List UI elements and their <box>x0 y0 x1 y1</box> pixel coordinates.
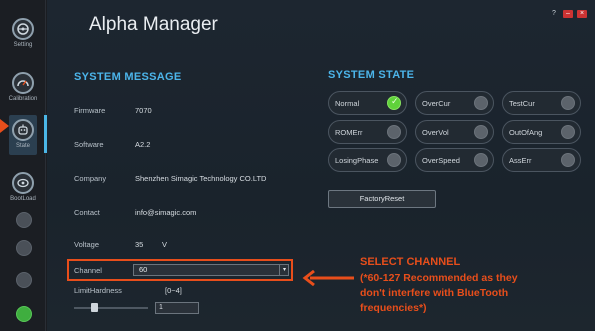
status-label: TestCur <box>509 99 535 108</box>
robot-icon <box>12 119 34 141</box>
status-testcur: TestCur <box>502 91 581 115</box>
chevron-down-icon[interactable]: ▾ <box>279 264 289 276</box>
sidebar-item-bootload[interactable]: BootLoad <box>0 172 46 202</box>
system-message-title: SYSTEM MESSAGE <box>74 71 182 83</box>
sidebar-placeholder-dot[interactable] <box>16 240 32 256</box>
slider-handle[interactable] <box>91 303 98 312</box>
voltage-unit: V <box>162 240 168 249</box>
software-label: Software <box>74 140 104 149</box>
status-overcur: OverCur <box>415 91 494 115</box>
sidebar-item-label: Setting <box>13 42 33 48</box>
status-led-icon <box>387 125 401 139</box>
gauge-icon <box>12 72 34 94</box>
status-led-icon <box>387 153 401 167</box>
status-label: OverSpeed <box>422 156 460 165</box>
boot-icon <box>12 172 34 194</box>
factory-reset-button[interactable]: FactoryReset <box>328 190 436 208</box>
status-asserr: AssErr <box>502 148 581 172</box>
sidebar: Setting Calibration State BootLoad <box>0 0 46 331</box>
status-label: OverCur <box>422 99 451 108</box>
sidebar-item-state[interactable]: State <box>0 115 46 155</box>
software-value: A2.2 <box>135 140 151 149</box>
sidebar-item-label: BootLoad <box>10 196 36 202</box>
status-overspeed: OverSpeed <box>415 148 494 172</box>
limit-hardness-label: LimitHardness <box>74 286 122 295</box>
app-title: Alpha Manager <box>89 14 218 35</box>
status-label: Normal <box>335 99 360 108</box>
annotation-line: (*60-127 Recommended as they <box>360 272 518 284</box>
contact-value: info@simagic.com <box>135 208 197 217</box>
sidebar-item-calibration[interactable]: Calibration <box>0 72 46 102</box>
firmware-label: Firmware <box>74 106 106 115</box>
status-label: OutOfAng <box>509 128 543 137</box>
annotation-line: don't interfere with BlueTooth <box>360 287 509 299</box>
voltage-value: 35 <box>135 240 144 249</box>
status-led-icon <box>561 153 575 167</box>
sidebar-item-setting[interactable]: Setting <box>0 18 46 48</box>
sidebar-placeholder-dot[interactable] <box>16 212 32 228</box>
status-label: OverVol <box>422 128 449 137</box>
sidebar-item-label: State <box>15 143 30 149</box>
status-label: ROMErr <box>335 128 363 137</box>
status-losingphase: LosingPhase <box>328 148 407 172</box>
status-led-icon <box>387 96 401 110</box>
minimize-button[interactable]: – <box>563 10 573 18</box>
status-normal: Normal <box>328 91 407 115</box>
status-led-icon <box>474 125 488 139</box>
steering-wheel-icon <box>12 18 34 40</box>
sidebar-item-label: Calibration <box>8 96 38 102</box>
status-led-icon <box>474 153 488 167</box>
status-outofang: OutOfAng <box>502 120 581 144</box>
sidebar-placeholder-dot[interactable] <box>16 272 32 288</box>
status-led-icon <box>561 96 575 110</box>
status-label: LosingPhase <box>335 156 379 165</box>
channel-label: Channel <box>74 266 102 275</box>
contact-label: Contact <box>74 208 100 217</box>
limit-hardness-slider[interactable] <box>74 307 148 309</box>
status-romerr: ROMErr <box>328 120 407 144</box>
limit-hardness-range: [0~4] <box>165 286 182 295</box>
help-button[interactable]: ? <box>549 10 559 18</box>
annotation-arrow-icon <box>302 270 354 286</box>
channel-select[interactable]: 60 <box>133 264 289 276</box>
status-led-icon <box>474 96 488 110</box>
annotation-title: SELECT CHANNEL <box>360 256 461 268</box>
system-state-title: SYSTEM STATE <box>328 69 415 81</box>
status-led-icon <box>561 125 575 139</box>
limit-hardness-input[interactable]: 1 <box>155 302 199 314</box>
close-button[interactable]: × <box>577 10 587 18</box>
company-label: Company <box>74 174 107 183</box>
status-label: AssErr <box>509 156 532 165</box>
annotation-line: frequencies*) <box>360 302 427 314</box>
status-overvol: OverVol <box>415 120 494 144</box>
connection-status-dot <box>16 306 32 322</box>
window-controls: ? – × <box>549 10 587 18</box>
main-panel: Alpha Manager ? – × SYSTEM MESSAGE Firmw… <box>47 0 595 331</box>
firmware-value: 7070 <box>135 106 152 115</box>
company-value: Shenzhen Simagic Technology CO.LTD <box>135 174 267 183</box>
voltage-label: Voltage <box>74 240 100 249</box>
